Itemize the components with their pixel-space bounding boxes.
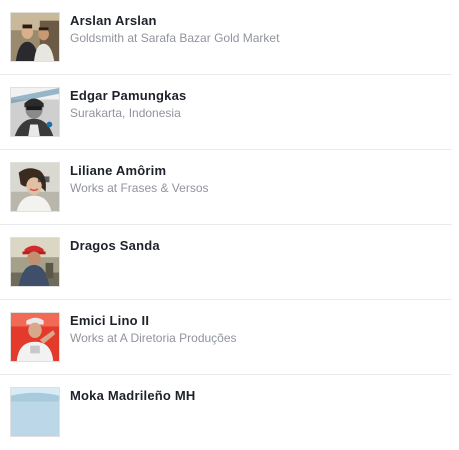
person-name[interactable]: Dragos Sanda — [70, 237, 160, 254]
people-list: Arslan Arslan Goldsmith at Sarafa Bazar … — [0, 0, 452, 450]
person-subtitle: Surakarta, Indonesia — [70, 106, 181, 120]
list-item[interactable]: Dragos Sanda — [0, 225, 452, 300]
profile-photo-icon — [11, 163, 59, 211]
person-name[interactable]: Emici Lino II — [70, 312, 149, 329]
list-item[interactable]: Emici Lino II Works at A Diretoria Produ… — [0, 300, 452, 375]
person-name[interactable]: Moka Madrileño MH — [70, 387, 195, 404]
avatar[interactable] — [10, 237, 60, 287]
person-subtitle: Goldsmith at Sarafa Bazar Gold Market — [70, 31, 280, 45]
avatar[interactable] — [10, 87, 60, 137]
profile-photo-icon — [11, 238, 59, 286]
person-subtitle: Works at Frases & Versos — [70, 181, 209, 195]
profile-photo-icon — [11, 13, 59, 61]
person-name[interactable]: Edgar Pamungkas — [70, 87, 186, 104]
person-subtitle: Works at A Diretoria Produções — [70, 331, 237, 345]
list-item[interactable]: Arslan Arslan Goldsmith at Sarafa Bazar … — [0, 0, 452, 75]
avatar[interactable] — [10, 162, 60, 212]
list-item[interactable]: Liliane Amôrim Works at Frases & Versos — [0, 150, 452, 225]
person-name[interactable]: Liliane Amôrim — [70, 162, 166, 179]
list-item[interactable]: Edgar Pamungkas Surakarta, Indonesia — [0, 75, 452, 150]
avatar[interactable] — [10, 312, 60, 362]
person-name[interactable]: Arslan Arslan — [70, 12, 157, 29]
scroll-gutter — [452, 0, 459, 407]
profile-photo-icon — [11, 88, 59, 136]
profile-photo-icon — [11, 388, 59, 436]
avatar[interactable] — [10, 12, 60, 62]
avatar[interactable] — [10, 387, 60, 437]
list-item[interactable]: Moka Madrileño MH — [0, 375, 452, 450]
profile-photo-icon — [11, 313, 59, 361]
